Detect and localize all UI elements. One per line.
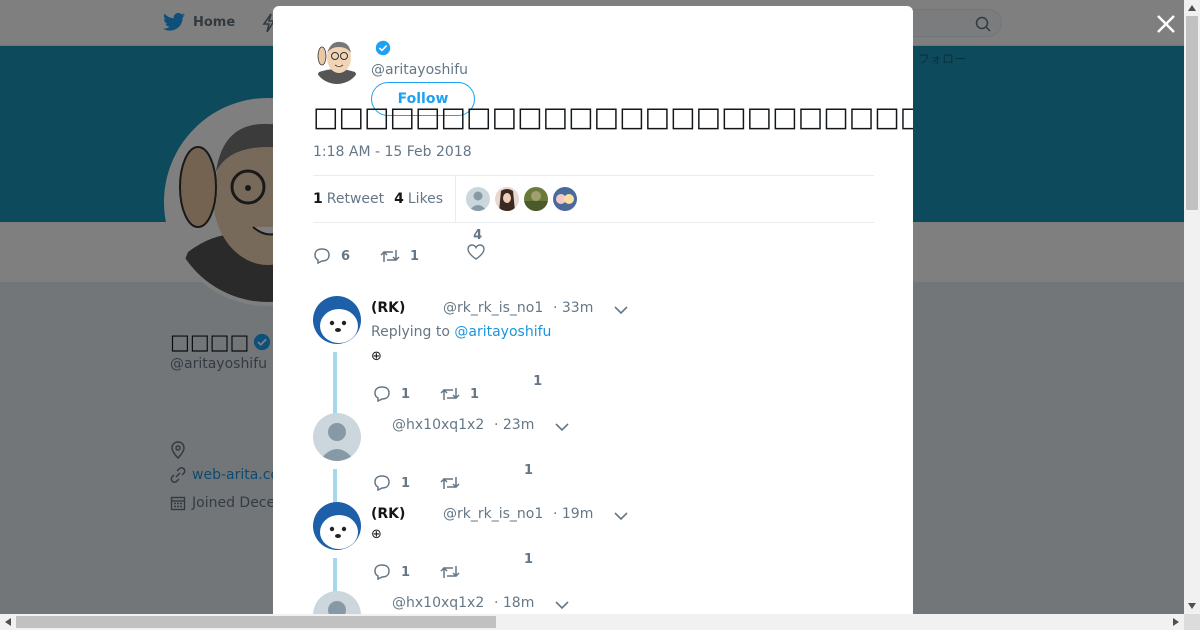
cartoon-portrait-icon [313,36,361,84]
reply-action[interactable]: 6 [313,248,350,264]
replying-prefix: Replying to [371,324,450,340]
retweet-action[interactable] [440,475,460,491]
reply-author-handle[interactable]: @hx10xq1x2 [392,595,484,611]
like-count: 1 [524,552,534,567]
reply-author-name[interactable]: (RK) [371,300,405,316]
reply-count: 1 [401,564,411,580]
tweet-timestamp[interactable]: 1:18 AM - 15 Feb 2018 [313,144,472,160]
reply-avatar[interactable] [313,296,361,344]
chevron-down-icon[interactable] [614,511,628,521]
reply-text: ⊕ [371,527,382,542]
author-avatar[interactable] [313,36,361,84]
replying-to: Replying to @aritayoshifu [371,324,551,340]
reply-author-handle[interactable]: @rk_rk_is_no1 [443,300,543,316]
liker-avatar[interactable] [466,187,491,211]
reply-count: 1 [401,386,411,402]
replying-to-link[interactable]: @aritayoshifu [454,324,551,340]
retweet-action[interactable] [440,564,460,580]
default-profile-icon [313,413,361,461]
tweet-stats: 1 Retweet 4 Likes [313,175,874,223]
author-handle[interactable]: @aritayoshifu [371,62,468,78]
default-avatar[interactable] [313,591,361,614]
reply-time[interactable]: · 19m [553,506,593,522]
scrollbar-corner [1184,614,1200,630]
chevron-down-icon[interactable] [555,600,569,610]
chevron-down-icon[interactable] [555,422,569,432]
reply-action[interactable]: 1 [373,564,410,580]
reply-author-handle[interactable]: @rk_rk_is_no1 [443,506,543,522]
verified-badge-icon [375,40,391,56]
retweet-label: Retweet [326,191,385,207]
scroll-right-arrow[interactable] [1168,614,1184,630]
tweet-modal: @aritayoshifu Follow □□□□□□□□□□□□□□□□□□□… [273,6,913,614]
reply-actions: 1 1 1 [373,374,563,414]
reply-icon [374,475,390,491]
retweet-count: 1 [470,386,480,402]
liker-avatar[interactable] [553,187,578,211]
tweet-actions: 6 1 4 [313,228,503,276]
reply-icon [314,248,330,264]
reply-time[interactable]: · 33m [553,300,593,316]
thread-line [333,558,337,594]
likes-stat[interactable]: 4 Likes [394,191,443,207]
scroll-down-arrow[interactable] [1184,598,1200,614]
reply-actions: 1 1 [373,463,554,503]
retweet-icon [440,566,460,578]
reply-time[interactable]: · 23m [494,417,534,433]
like-count: 4 [473,228,483,243]
like-action[interactable]: 1 [533,374,563,414]
thread-line [333,469,337,503]
liker-avatar[interactable] [524,187,549,211]
dog-avatar-icon [313,296,361,344]
default-profile-icon [313,591,361,614]
chevron-down-icon[interactable] [614,305,628,315]
heart-icon [467,244,485,260]
close-icon[interactable] [1154,12,1178,36]
reply-count: 6 [341,248,351,264]
likes-count: 4 [394,191,404,207]
reply-icon [374,386,390,402]
reply-action[interactable]: 1 [373,475,410,491]
retweet-icon [440,477,460,489]
tweet-text: □□□□□□□□□□□□□□□□□□□□□□□□□□□□□□□□□□□□□□□□… [313,102,913,133]
vertical-scroll-thumb[interactable] [1186,16,1198,210]
retweet-stat[interactable]: 1 Retweet [313,191,384,207]
reply-text: ⊕ [371,349,382,364]
retweet-action[interactable]: 1 [440,386,479,402]
like-count: 1 [524,463,534,478]
reply-author-handle[interactable]: @hx10xq1x2 [392,417,484,433]
reply-time[interactable]: · 18m [494,595,534,611]
likes-label: Likes [407,191,444,207]
reply-avatar[interactable] [313,502,361,550]
thread-line [333,352,337,416]
retweet-action[interactable]: 1 [380,248,419,264]
like-count: 1 [533,374,543,389]
scroll-up-arrow[interactable] [1184,0,1200,16]
reply-author-name[interactable]: (RK) [371,506,405,522]
stats-divider [455,176,457,222]
like-action[interactable]: 1 [524,463,554,503]
reply-count: 1 [401,475,411,491]
liker-avatars [466,187,578,211]
retweet-icon [380,250,400,262]
reply-actions: 1 1 [373,552,554,592]
retweet-icon [440,388,460,400]
dog-avatar-icon [313,502,361,550]
scroll-left-arrow[interactable] [0,614,16,630]
reply-icon [374,564,390,580]
like-action[interactable]: 4 [467,228,503,276]
retweet-count: 1 [313,191,323,207]
horizontal-scroll-thumb[interactable] [16,616,496,628]
like-action[interactable]: 1 [524,552,554,592]
liker-avatar[interactable] [495,187,520,211]
default-avatar[interactable] [313,413,361,461]
retweet-count: 1 [410,248,420,264]
reply-action[interactable]: 1 [373,386,410,402]
